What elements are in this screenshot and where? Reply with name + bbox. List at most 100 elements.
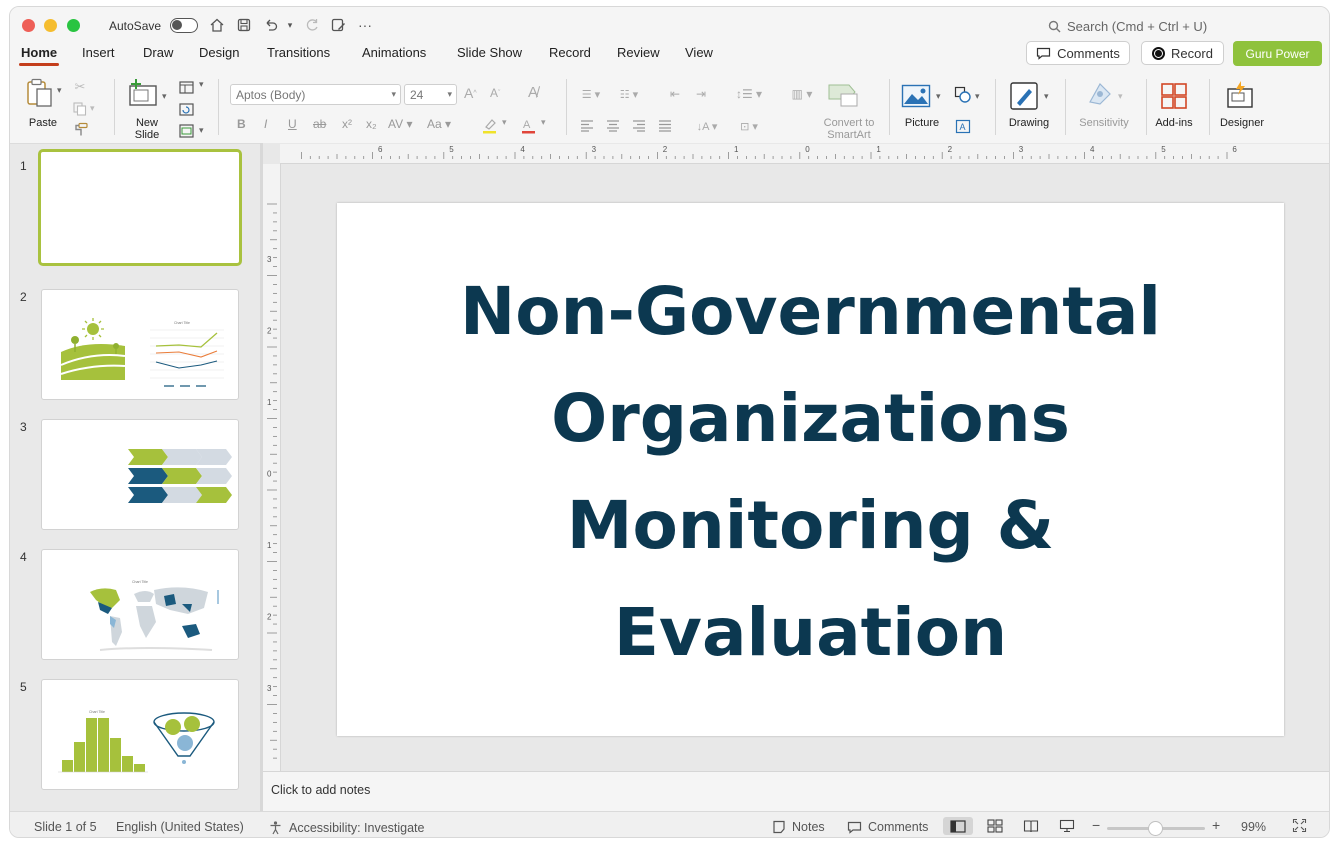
add-ins-icon[interactable] [1159, 81, 1189, 111]
zoom-in-icon[interactable]: + [1212, 817, 1220, 833]
zoom-level[interactable]: 99% [1241, 820, 1266, 834]
layout-dropdown-icon[interactable]: ▾ [199, 79, 204, 90]
copy-icon[interactable] [72, 101, 88, 117]
slide-title-textbox[interactable]: Non-Governmental Organizations Monitorin… [337, 258, 1284, 686]
shapes-icon[interactable] [953, 85, 973, 105]
text-direction-icon[interactable]: ↓A ▾ [692, 117, 722, 135]
comments-toggle-button[interactable]: Comments [847, 820, 928, 834]
drawing-icon[interactable] [1009, 81, 1039, 111]
align-left-icon[interactable] [578, 117, 596, 135]
tab-home[interactable]: Home [18, 45, 60, 66]
slide-thumbnail-5[interactable]: Chart Title [41, 679, 239, 790]
increase-font-size-icon[interactable]: A ^ [464, 85, 477, 101]
line-spacing-icon[interactable]: ↕☰ ▾ [732, 85, 766, 103]
tab-view[interactable]: View [685, 45, 713, 60]
font-color-icon[interactable]: A [519, 116, 537, 134]
search-box[interactable]: Search (Cmd + Ctrl + U) [1048, 19, 1207, 34]
redo-icon[interactable] [303, 16, 321, 34]
sensitivity-dropdown-icon[interactable]: ▾ [1118, 91, 1123, 102]
highlight-dropdown-icon[interactable]: ▾ [502, 117, 507, 128]
strikethrough-icon[interactable]: ab [313, 117, 326, 131]
align-right-icon[interactable] [630, 117, 648, 135]
minimize-window-button[interactable] [44, 19, 57, 32]
picture-icon[interactable] [901, 83, 931, 109]
clear-formatting-icon[interactable]: A̸ [528, 84, 538, 101]
columns-icon[interactable]: ▥ ▾ [785, 85, 819, 103]
increase-indent-icon[interactable]: ⇥ [692, 85, 710, 103]
tab-review[interactable]: Review [617, 45, 660, 60]
home-icon[interactable] [208, 16, 226, 34]
current-slide[interactable]: Non-Governmental Organizations Monitorin… [337, 203, 1284, 736]
save-as-icon[interactable] [329, 16, 347, 34]
layout-icon[interactable] [178, 79, 194, 95]
bold-icon[interactable]: B [237, 117, 246, 131]
autosave-toggle[interactable] [170, 18, 198, 33]
notes-toggle-button[interactable]: Notes [772, 820, 825, 834]
tab-record[interactable]: Record [549, 45, 591, 60]
zoom-slider-handle[interactable] [1148, 821, 1163, 836]
shapes-dropdown-icon[interactable]: ▾ [975, 91, 980, 102]
align-text-icon[interactable]: ⊡ ▾ [732, 117, 766, 135]
section-dropdown-icon[interactable]: ▾ [199, 125, 204, 136]
sensitivity-icon[interactable] [1085, 79, 1115, 109]
italic-icon[interactable]: I [264, 117, 267, 131]
maximize-window-button[interactable] [67, 19, 80, 32]
copy-dropdown-icon[interactable]: ▾ [90, 103, 95, 114]
save-icon[interactable] [235, 16, 253, 34]
paste-icon[interactable] [24, 77, 56, 109]
tab-slide-show[interactable]: Slide Show [457, 45, 522, 60]
slide-sorter-button[interactable] [980, 817, 1010, 835]
align-center-icon[interactable] [604, 117, 622, 135]
normal-view-button[interactable] [943, 817, 973, 835]
decrease-indent-icon[interactable]: ⇤ [666, 85, 684, 103]
bullets-icon[interactable]: ☰ ▾ [576, 85, 606, 103]
zoom-out-icon[interactable]: − [1092, 817, 1100, 833]
comments-button[interactable]: Comments [1026, 41, 1130, 65]
tab-insert[interactable]: Insert [82, 45, 115, 60]
format-painter-icon[interactable] [72, 121, 88, 137]
superscript-icon[interactable]: x² [342, 117, 352, 131]
reset-icon[interactable] [178, 101, 194, 117]
guru-power-button[interactable]: Guru Power [1233, 41, 1322, 66]
undo-dropdown-icon[interactable]: ▾ [281, 16, 299, 34]
section-icon[interactable] [178, 123, 194, 139]
subscript-icon[interactable]: x₂ [366, 117, 377, 131]
tab-animations[interactable]: Animations [362, 45, 426, 60]
underline-icon[interactable]: U [288, 117, 297, 131]
smartart-icon[interactable] [826, 81, 860, 109]
slide-thumbnail-4[interactable]: Chart Title [41, 549, 239, 660]
decrease-font-size-icon[interactable]: Aˇ [490, 86, 500, 100]
numbering-icon[interactable]: ☷ ▾ [614, 85, 644, 103]
designer-icon[interactable] [1225, 79, 1255, 111]
new-slide-icon[interactable] [128, 77, 158, 109]
tab-transitions[interactable]: Transitions [267, 45, 330, 60]
fit-to-window-icon[interactable] [1292, 818, 1307, 833]
drawing-dropdown-icon[interactable]: ▾ [1044, 91, 1049, 102]
highlight-icon[interactable] [480, 116, 498, 134]
font-size-select[interactable]: 24 ▾ [404, 84, 457, 105]
new-slide-dropdown-icon[interactable]: ▾ [162, 91, 167, 102]
font-color-dropdown-icon[interactable]: ▾ [541, 117, 546, 128]
record-button[interactable]: Record [1141, 41, 1224, 65]
paste-dropdown-icon[interactable]: ▾ [57, 85, 62, 96]
notes-pane[interactable]: Click to add notes [263, 771, 1329, 811]
cut-icon[interactable]: ✂ [72, 79, 88, 95]
slide-thumbnail-1[interactable] [38, 149, 242, 266]
slide-thumbnail-2[interactable]: Chart Title [41, 289, 239, 400]
text-box-icon[interactable]: A [953, 117, 973, 135]
tab-draw[interactable]: Draw [143, 45, 173, 60]
change-case-icon[interactable]: Aa ▾ [427, 117, 451, 131]
slideshow-view-button[interactable] [1052, 817, 1082, 835]
close-window-button[interactable] [22, 19, 35, 32]
character-spacing-icon[interactable]: AV ▾ [388, 117, 412, 131]
more-options-icon[interactable]: ··· [356, 16, 374, 34]
accessibility-button[interactable]: Accessibility: Investigate [268, 820, 424, 835]
undo-icon[interactable] [262, 16, 280, 34]
language-indicator[interactable]: English (United States) [116, 820, 244, 834]
justify-icon[interactable] [656, 117, 674, 135]
font-name-select[interactable]: Aptos (Body) ▾ [230, 84, 401, 105]
reading-view-button[interactable] [1016, 817, 1046, 835]
slide-thumbnail-3[interactable] [41, 419, 239, 530]
picture-dropdown-icon[interactable]: ▾ [936, 91, 941, 102]
tab-design[interactable]: Design [199, 45, 239, 60]
